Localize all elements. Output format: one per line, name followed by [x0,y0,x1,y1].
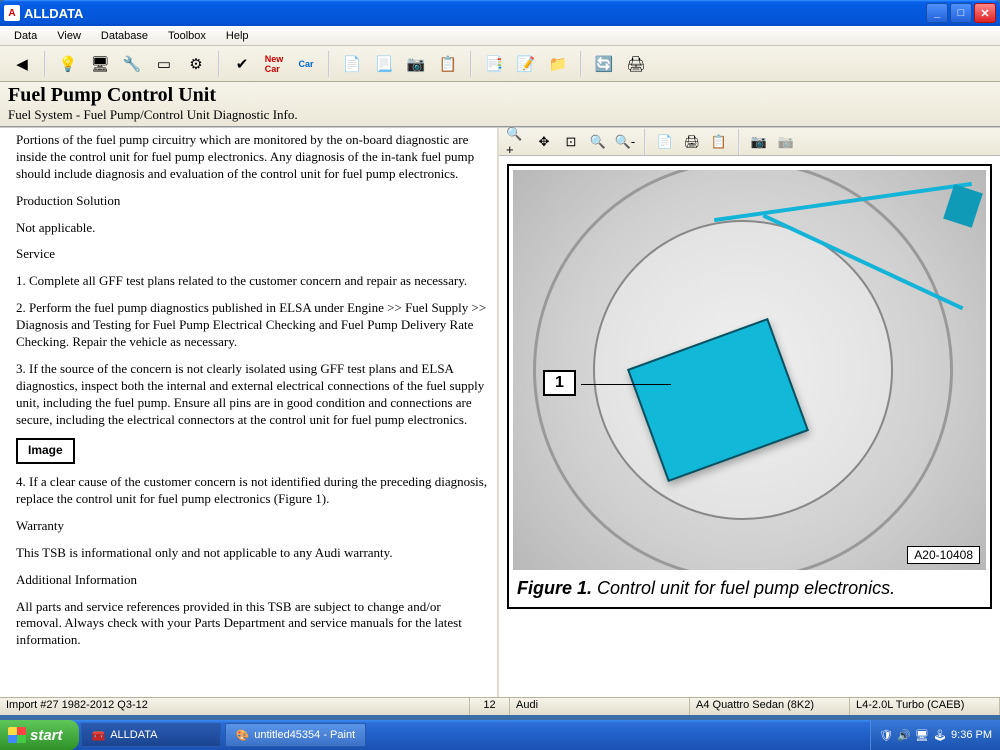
pan-icon[interactable]: ✥ [532,131,556,153]
zoom-in-icon[interactable]: 🔍+ [505,131,529,153]
tray-icon[interactable]: 🕹 [933,728,947,742]
start-button[interactable]: start [0,720,79,750]
tools-icon[interactable]: 🔧 [118,50,146,78]
diagram-image: 1 A20-10408 [513,170,986,570]
article-pane: Portions of the fuel pump circuitry whic… [0,128,499,697]
tray-icon[interactable]: 🛡 [879,728,893,742]
tray-icon[interactable]: 🔊 [897,728,911,742]
article-para: Production Solution [16,193,489,210]
menu-view[interactable]: View [47,28,91,44]
close-button[interactable]: ✕ [974,3,996,23]
refresh-icon[interactable]: 🔄 [590,50,618,78]
article-para: 4. If a clear cause of the customer conc… [16,474,489,508]
newcar-icon[interactable]: NewCar [260,50,288,78]
status-make: Audi [510,698,690,715]
clipboard-image-icon[interactable]: 📋 [707,131,731,153]
breadcrumb: Fuel System - Fuel Pump/Control Unit Dia… [8,107,992,123]
menu-database[interactable]: Database [91,28,158,44]
folder-icon[interactable]: 📁 [544,50,572,78]
screen-icon[interactable]: 🖥 [86,50,114,78]
window-titlebar: A ALLDATA _ □ ✕ [0,0,1000,26]
image-toolbar: 🔍+ ✥ ⊡ 🔍 🔍- 📄 🖨 📋 📷 📷 [499,128,1000,156]
article-para: All parts and service references provide… [16,599,489,650]
windows-flag-icon [8,727,26,743]
doc1-icon[interactable]: 📄 [338,50,366,78]
task-icon: 🎨 [236,729,250,742]
check-icon[interactable]: ✔ [228,50,256,78]
article-para: Additional Information [16,572,489,589]
next-image-icon[interactable]: 📷 [774,131,798,153]
task-icon: 🧰 [92,729,106,742]
status-count: 12 [470,698,510,715]
zoom-region-icon[interactable]: 🔍 [586,131,610,153]
menu-help[interactable]: Help [216,28,259,44]
print-image-icon[interactable]: 🖨 [680,131,704,153]
menu-data[interactable]: Data [4,28,47,44]
minimize-button[interactable]: _ [926,3,948,23]
status-vehicle: A4 Quattro Sedan (8K2) [690,698,850,715]
article-para: Warranty [16,518,489,535]
lamp-icon[interactable]: 💡 [54,50,82,78]
taskbar: start 🧰 ALLDATA 🎨 untitled45354 - Paint … [0,720,1000,750]
article-para: Service [16,246,489,263]
car-icon[interactable]: Car [292,50,320,78]
note-icon[interactable]: 📝 [512,50,540,78]
article-para: 2. Perform the fuel pump diagnostics pub… [16,300,489,351]
zoom-out-icon[interactable]: 🔍- [613,131,637,153]
app-icon: A [4,5,20,21]
checklist-icon[interactable]: 📑 [480,50,508,78]
menu-toolbox[interactable]: Toolbox [158,28,216,44]
camera-icon[interactable]: 📷 [402,50,430,78]
clipboard-icon[interactable]: 📋 [434,50,462,78]
statusbar: Import #27 1982-2012 Q3-12 12 Audi A4 Qu… [0,697,1000,715]
status-engine: L4-2.0L Turbo (CAEB) [850,698,1000,715]
main-toolbar: ◀ 💡 🖥 🔧 ▭ ⚙ ✔ NewCar Car 📄 📃 📷 📋 📑 📝 📁 🔄… [0,46,1000,82]
image-pane: 🔍+ ✥ ⊡ 🔍 🔍- 📄 🖨 📋 📷 📷 [499,128,1000,697]
article-para: Not applicable. [16,220,489,237]
image-viewport[interactable]: 1 A20-10408 Figure 1. Control unit for f… [499,156,1000,697]
page-heading: Fuel Pump Control Unit Fuel System - Fue… [0,82,1000,127]
doc2-icon[interactable]: 📃 [370,50,398,78]
article-para: 1. Complete all GFF test plans related t… [16,273,489,290]
maximize-button[interactable]: □ [950,3,972,23]
zoom-fit-icon[interactable]: ⊡ [559,131,583,153]
menubar: Data View Database Toolbox Help [0,26,1000,46]
page-icon[interactable]: 📄 [653,131,677,153]
tray-clock[interactable]: 9:36 PM [951,729,992,741]
article-para: Portions of the fuel pump circuitry whic… [16,132,489,183]
article-scroll[interactable]: Portions of the fuel pump circuitry whic… [0,128,497,697]
task-paint[interactable]: 🎨 untitled45354 - Paint [225,723,367,747]
article-para: This TSB is informational only and not a… [16,545,489,562]
task-alldata[interactable]: 🧰 ALLDATA [81,723,221,747]
page-title: Fuel Pump Control Unit [8,84,992,107]
figure-caption: Figure 1. Control unit for fuel pump ele… [513,570,986,603]
window-title: ALLDATA [24,6,926,21]
prev-image-icon[interactable]: 📷 [747,131,771,153]
gear-icon[interactable]: ⚙ [182,50,210,78]
back-button[interactable]: ◀ [8,50,36,78]
image-button[interactable]: Image [16,438,75,464]
part-number: A20-10408 [907,546,980,564]
print-icon[interactable]: 🖨 [622,50,650,78]
status-import: Import #27 1982-2012 Q3-12 [0,698,470,715]
system-tray[interactable]: 🛡 🔊 🖥 🕹 9:36 PM [870,720,1000,750]
panel-icon[interactable]: ▭ [150,50,178,78]
figure-frame: 1 A20-10408 Figure 1. Control unit for f… [507,164,992,609]
callout-1: 1 [543,370,576,396]
tray-icon[interactable]: 🖥 [915,728,929,742]
article-para: 3. If the source of the concern is not c… [16,361,489,429]
